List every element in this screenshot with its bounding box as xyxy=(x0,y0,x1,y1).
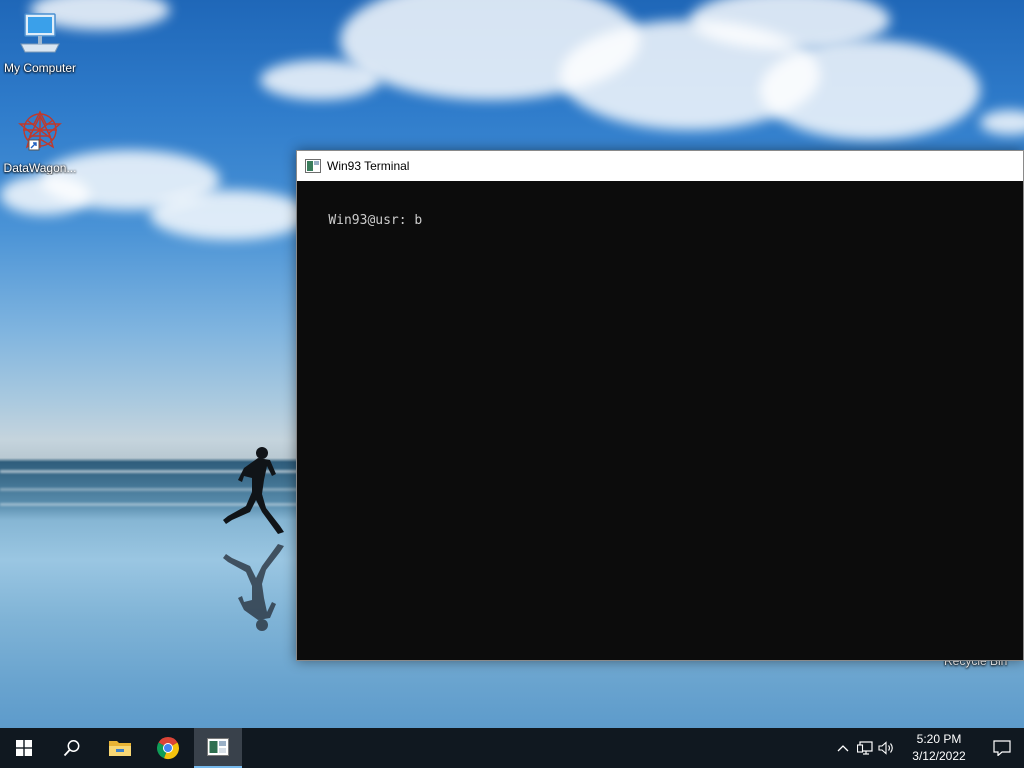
terminal-prompt-line: Win93@usr: b xyxy=(328,213,423,228)
file-explorer-button[interactable] xyxy=(96,728,144,768)
desktop-icon-my-computer[interactable]: My Computer xyxy=(0,10,80,75)
terminal-window[interactable]: Win93 Terminal Win93@usr: b xyxy=(296,150,1024,661)
volume-icon xyxy=(878,741,893,755)
taskbar-clock[interactable]: 5:20 PM 3/12/2022 xyxy=(902,731,976,765)
start-button[interactable] xyxy=(0,728,48,768)
chrome-icon xyxy=(156,737,180,760)
notification-icon xyxy=(993,740,1011,756)
search-button[interactable] xyxy=(48,728,96,768)
clock-time: 5:20 PM xyxy=(916,732,962,746)
terminal-app-icon xyxy=(305,159,321,173)
desktop-icon-label: My Computer xyxy=(3,61,77,75)
terminal-console[interactable]: Win93@usr: b xyxy=(297,181,1023,243)
network-icon xyxy=(857,741,873,755)
terminal-icon xyxy=(207,738,229,756)
action-center-button[interactable] xyxy=(980,728,1024,768)
chevron-up-icon xyxy=(837,745,849,752)
show-hidden-icons-button[interactable] xyxy=(832,728,854,768)
network-button[interactable] xyxy=(854,728,876,768)
file-explorer-icon xyxy=(109,741,131,756)
chrome-button[interactable] xyxy=(144,728,192,768)
start-icon xyxy=(16,740,32,756)
runner-silhouette xyxy=(223,447,284,534)
runner-reflection xyxy=(223,544,284,631)
taskbar: 5:20 PM 3/12/2022 xyxy=(0,728,1024,768)
system-tray: 5:20 PM 3/12/2022 xyxy=(832,728,1024,768)
volume-button[interactable] xyxy=(876,728,898,768)
terminal-taskbar-button[interactable] xyxy=(194,728,242,768)
clock-date: 3/12/2022 xyxy=(912,749,966,763)
terminal-title: Win93 Terminal xyxy=(327,159,410,173)
terminal-titlebar[interactable]: Win93 Terminal xyxy=(297,151,1023,181)
computer-icon xyxy=(20,13,60,53)
datawagon-icon xyxy=(18,110,62,151)
desktop-icon-datawagon[interactable]: DataWagon... xyxy=(0,106,80,175)
desktop-icon-label: DataWagon... xyxy=(3,161,77,175)
search-icon xyxy=(63,740,80,757)
